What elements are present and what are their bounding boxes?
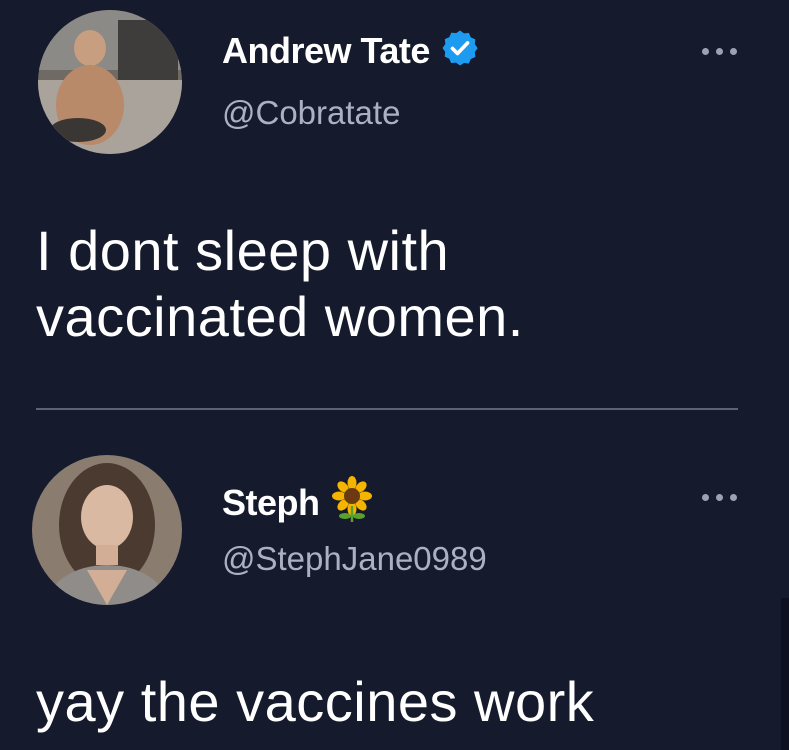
handle[interactable]: @StephJane0989 <box>222 540 487 578</box>
tweet-text: I dont sleep with vaccinated women. <box>36 219 524 348</box>
author-row: Steph <box>222 476 374 529</box>
more-options-icon[interactable] <box>702 494 737 501</box>
display-name[interactable]: Steph <box>222 482 320 524</box>
divider <box>36 408 738 410</box>
avatar[interactable] <box>32 455 182 605</box>
author-row: Andrew Tate <box>222 28 480 73</box>
image-edge <box>781 598 789 750</box>
display-name[interactable]: Andrew Tate <box>222 30 430 72</box>
verified-check-icon <box>440 28 480 73</box>
more-options-icon[interactable] <box>702 48 737 55</box>
tweet-original: Andrew Tate @Cobratate I dont sleep with… <box>0 0 789 400</box>
handle[interactable]: @Cobratate <box>222 94 400 132</box>
avatar[interactable] <box>38 10 182 154</box>
avatar-image <box>32 455 182 605</box>
sunflower-icon <box>330 476 374 529</box>
avatar-image <box>38 10 182 154</box>
tweet-text: yay the vaccines work <box>36 670 595 733</box>
tweet-reply: Steph @StephJane0989 yay the vaccines wo… <box>0 412 789 750</box>
